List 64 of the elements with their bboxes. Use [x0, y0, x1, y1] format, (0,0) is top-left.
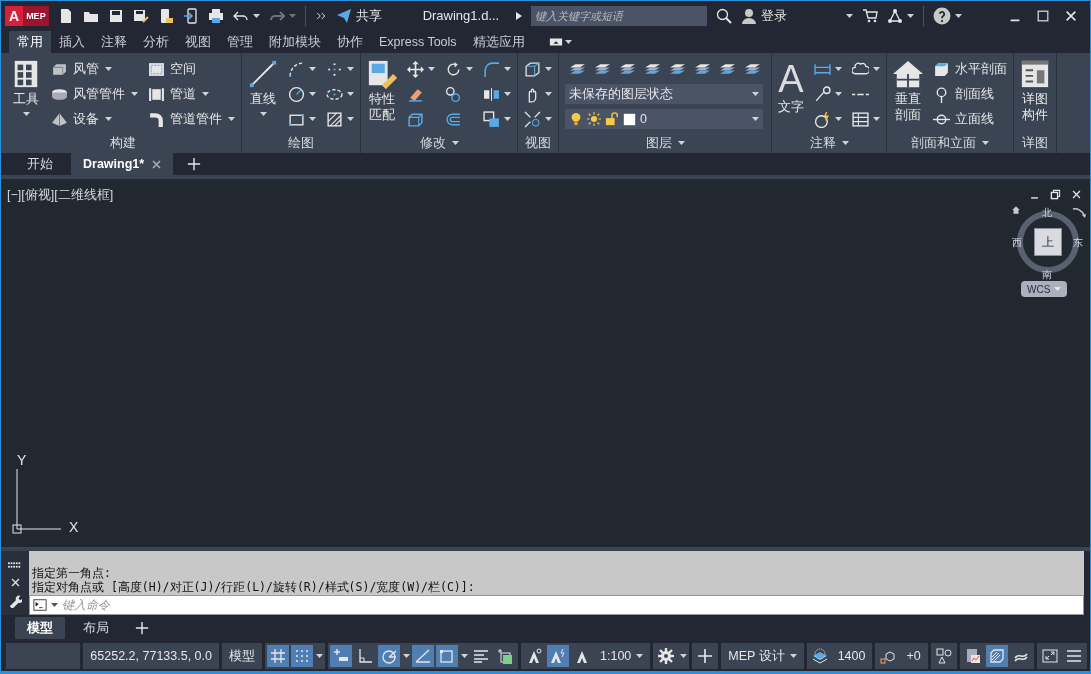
axis-label: X	[69, 520, 79, 534]
ribbon-tab[interactable]: 精选应用	[464, 31, 533, 53]
ribbon-button[interactable]: 垂直剖面	[893, 59, 923, 123]
layout-tab[interactable]: 模型	[15, 617, 65, 639]
ribbon-tab[interactable]: 管理	[219, 31, 261, 53]
ribbon-tab[interactable]: 协作	[329, 31, 371, 53]
ribbon-tab[interactable]: 分析	[135, 31, 177, 53]
panel-title: 注释	[809, 134, 836, 152]
ribbon-button[interactable]: 空间	[148, 59, 196, 79]
share-button[interactable]: 共享	[335, 6, 382, 26]
ribbon-button[interactable]: 风管	[51, 59, 99, 79]
panel-title: 绘图	[288, 134, 314, 152]
file-tab[interactable]: 开始	[15, 153, 65, 175]
file-tab[interactable]: Drawing1*	[71, 153, 174, 175]
ribbon-tab[interactable]: 注释	[93, 31, 135, 53]
status-button[interactable]: 模型	[224, 645, 260, 667]
ribbon-button[interactable]: 剖面线	[933, 84, 994, 104]
status-button[interactable]: +0	[901, 645, 926, 667]
ribbon-button[interactable]: 立面线	[933, 109, 994, 129]
layer-dropdown[interactable]: 0	[565, 109, 763, 129]
status-button[interactable]: 1:100	[595, 645, 649, 667]
ribbon-tab[interactable]: 视图	[177, 31, 219, 53]
viewcube-face[interactable]: 上	[1034, 228, 1062, 256]
ribbon-button[interactable]: 管道管件	[148, 109, 222, 129]
layer-state-dropdown[interactable]: 未保存的图层状态	[565, 84, 763, 104]
ribbon-button[interactable]: 风管管件	[51, 84, 125, 104]
ribbon-tab[interactable]: 插入	[51, 31, 93, 53]
ribbon-button[interactable]: 设备	[51, 109, 99, 129]
status-button[interactable]: MEP 设计	[723, 645, 802, 667]
layout-tab[interactable]: 布局	[71, 617, 121, 639]
tab-label: 开始	[27, 155, 53, 173]
compass-label: 东	[1073, 236, 1083, 250]
command-history-line: 指定第一角点:	[32, 566, 112, 580]
ribbon-button[interactable]: 工具	[11, 59, 41, 107]
axis-label: Y	[17, 453, 27, 467]
search-field[interactable]: 键入关键字或短语	[531, 6, 708, 26]
panel-title: 详图	[1022, 134, 1048, 152]
sign-in-button[interactable]: 登录	[741, 6, 788, 26]
ribbon-button[interactable]: 直线	[248, 59, 278, 107]
ribbon-button[interactable]: 管道	[148, 84, 196, 104]
command-history-line: 指定对角点或 [高度(H)/对正(J)/行距(L)/旋转(R)/样式(S)/宽度(W)/栏(C)]:	[32, 580, 476, 594]
document-title: Drawing1.d...	[422, 7, 500, 26]
ribbon-button[interactable]: 水平剖面	[933, 59, 1007, 79]
compass-label: 西	[1012, 236, 1022, 250]
viewport-label[interactable]: [−][俯视][二维线框]	[7, 186, 114, 205]
panel-title: 修改	[419, 134, 446, 152]
tab-label: Drawing1*	[83, 155, 145, 173]
dropdown-value: 未保存的图层状态	[569, 85, 673, 103]
panel-title: 剖面和立面	[911, 134, 976, 152]
panel-title: 视图	[525, 134, 551, 152]
layer-name: 0	[640, 110, 648, 128]
compass-label: 北	[1042, 206, 1052, 220]
compass-label: 南	[1042, 268, 1052, 282]
panel-title: 构建	[110, 134, 136, 152]
ribbon-tab[interactable]: 常用	[9, 31, 51, 53]
ribbon-button[interactable]: 特性匹配	[367, 59, 397, 123]
ribbon-tab[interactable]: Express Tools	[371, 31, 465, 53]
ribbon-button[interactable]: 详图构件	[1020, 59, 1050, 123]
panel-title: 图层	[645, 134, 672, 152]
status-button[interactable]: 65252.2, 77133.5, 0.0	[85, 645, 217, 667]
wcs-button[interactable]: WCS	[1021, 281, 1068, 297]
ribbon-tab[interactable]: 附加模块	[261, 31, 329, 53]
status-button[interactable]: 1400	[832, 645, 871, 667]
text-button[interactable]: A 文字	[778, 59, 804, 115]
